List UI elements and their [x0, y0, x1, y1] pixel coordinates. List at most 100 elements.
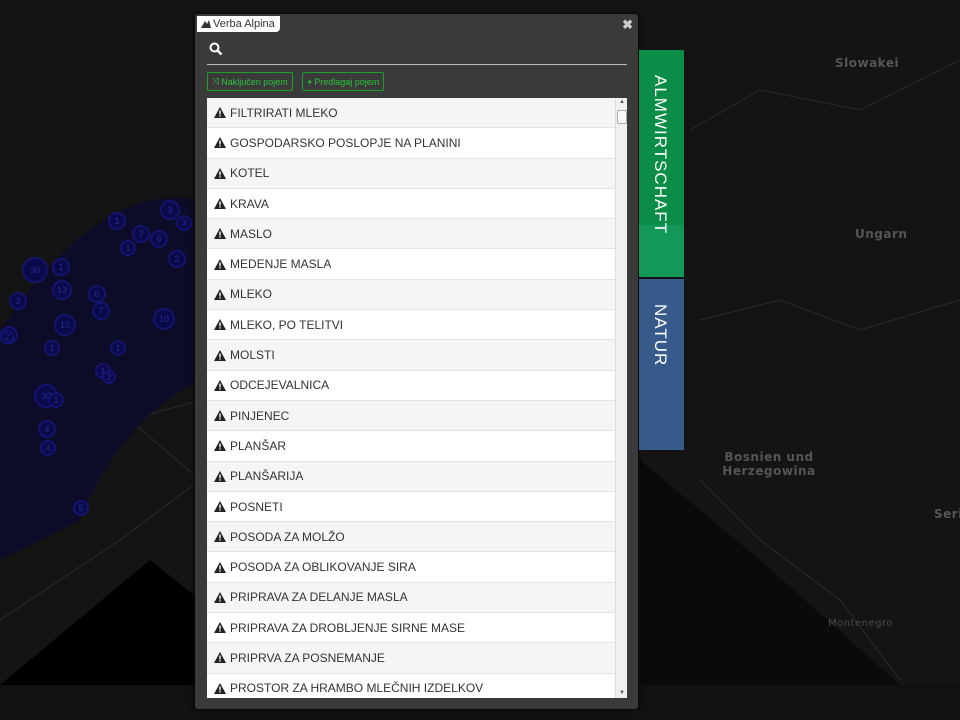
- concept-list-item[interactable]: MASLO: [207, 219, 615, 250]
- map-marker[interactable]: 1: [48, 392, 64, 408]
- map-marker[interactable]: 2: [102, 370, 116, 384]
- map-marker[interactable]: 1: [110, 340, 126, 356]
- concept-label: MEDENJE MASLA: [230, 257, 332, 272]
- shuffle-icon: ⤨: [212, 76, 220, 86]
- concept-label: FILTRIRATI MLEKO: [230, 105, 338, 120]
- map-label-slowakei: Slowakei: [835, 56, 900, 70]
- scroll-thumb[interactable]: [617, 110, 627, 124]
- concept-list-item[interactable]: MLEKO: [207, 279, 615, 311]
- side-tab-natur[interactable]: NATUR: [639, 279, 684, 450]
- concept-list-item[interactable]: KRAVA: [207, 189, 615, 220]
- map-marker[interactable]: 2: [168, 250, 186, 268]
- concept-list-item[interactable]: PINJENEC: [207, 400, 615, 432]
- map-marker[interactable]: 3: [9, 292, 27, 310]
- list-scrollbar[interactable]: ▲ ▼: [615, 98, 627, 698]
- warning-icon: [214, 410, 226, 422]
- dialog-title: Verba Alpina: [213, 18, 275, 30]
- concept-label: POSODA ZA MOLŽO: [230, 529, 345, 544]
- suggest-concept-button[interactable]: + Predlagaj pojem: [302, 72, 385, 91]
- random-concept-button[interactable]: ⤨ Naključen pojem: [207, 72, 293, 91]
- map-marker[interactable]: 6: [88, 285, 106, 303]
- concept-list-item[interactable]: KOTEL: [207, 158, 615, 189]
- warning-icon: [214, 288, 226, 300]
- search-icon: [209, 42, 223, 56]
- concept-list-item[interactable]: FILTRIRATI MLEKO: [207, 98, 615, 129]
- concept-label: PLANŠARIJA: [230, 469, 304, 484]
- concept-list-item[interactable]: PRIPRAVA ZA DROBLJENJE SIRNE MASE: [207, 613, 615, 644]
- map-label-ungarn: Ungarn: [855, 227, 908, 241]
- warning-icon: [214, 319, 226, 331]
- concept-list-item[interactable]: PROSTOR ZA HRAMBO MLEČNIH IZDELKOV: [207, 674, 615, 698]
- warning-icon: [214, 470, 226, 482]
- map-marker[interactable]: 5: [73, 500, 89, 516]
- suggest-concept-label: Predlagaj pojem: [314, 76, 380, 87]
- map-marker[interactable]: 13: [52, 280, 72, 300]
- side-tab-almwirtschaft[interactable]: ALMWIRTSCHAFT: [639, 50, 684, 277]
- concept-label: POSNETI: [230, 499, 283, 514]
- concept-list-item[interactable]: MOLSTI: [207, 340, 615, 371]
- map-marker[interactable]: 4: [40, 440, 56, 456]
- concept-label: MASLO: [230, 226, 273, 241]
- warning-icon: [214, 198, 226, 210]
- map-marker[interactable]: 1: [44, 340, 60, 356]
- concept-dialog: Verba Alpina ✖ ⤨ Naključen pojem + Predlag…: [195, 14, 638, 709]
- concept-list-item[interactable]: PRIPRVA ZA POSNEMANJE: [207, 643, 615, 674]
- concept-list-item[interactable]: GOSPODARSKO POSLOPJE NA PLANINI: [207, 128, 615, 159]
- warning-icon: [214, 440, 226, 452]
- map-marker[interactable]: 3: [176, 215, 192, 231]
- warning-icon: [214, 501, 226, 512]
- concept-list-item[interactable]: PRIPRAVA ZA DELANJE MASLA: [207, 582, 615, 614]
- plus-icon: +: [307, 76, 313, 87]
- map-marker[interactable]: 1: [52, 258, 70, 276]
- concept-list-item[interactable]: POSODA ZA MOLŽO: [207, 522, 615, 553]
- warning-icon: [214, 622, 226, 634]
- random-concept-label: Naključen pojem: [221, 76, 288, 87]
- map-marker[interactable]: 7: [92, 302, 110, 320]
- concept-list-item[interactable]: POSNETI: [207, 492, 615, 523]
- concept-label: PROSTOR ZA HRAMBO MLEČNIH IZDELKOV: [230, 681, 484, 696]
- verba-alpina-logo-icon: [201, 20, 211, 28]
- concept-list-item[interactable]: MLEKO, PO TELITVI: [207, 310, 615, 341]
- concept-list-item[interactable]: ODCEJEVALNICA: [207, 371, 615, 401]
- concept-label: PRIPRAVA ZA DROBLJENJE SIRNE MASE: [230, 620, 465, 635]
- side-tab-label: NATUR: [651, 304, 670, 367]
- scroll-up-icon[interactable]: ▲: [619, 99, 625, 105]
- concept-label: MLEKO, PO TELITVI: [230, 317, 344, 332]
- map-marker[interactable]: 30: [22, 257, 48, 283]
- concept-list-item[interactable]: MEDENJE MASLA: [207, 249, 615, 280]
- dialog-title-tab: Verba Alpina: [197, 16, 280, 32]
- concept-list: FILTRIRATI MLEKO GOSPODARSKO POSLOPJE NA …: [207, 98, 627, 698]
- warning-icon: [214, 379, 226, 391]
- map-marker[interactable]: 2: [0, 330, 14, 344]
- warning-icon: [214, 167, 226, 179]
- map-marker[interactable]: 10: [153, 308, 175, 330]
- map-marker[interactable]: 10: [54, 314, 76, 336]
- concept-label: ODCEJEVALNICA: [230, 378, 330, 393]
- warning-icon: [214, 107, 226, 119]
- close-icon[interactable]: ✖: [622, 17, 633, 33]
- warning-icon: [214, 228, 226, 240]
- warning-icon: [214, 591, 226, 603]
- map-marker[interactable]: 4: [38, 420, 56, 438]
- map-marker[interactable]: 6: [150, 230, 168, 248]
- concept-label: PINJENEC: [230, 408, 290, 423]
- concept-label: GOSPODARSKO POSLOPJE NA PLANINI: [230, 135, 461, 150]
- warning-icon: [214, 652, 226, 664]
- map-label-montenegro: Montenegro: [828, 618, 894, 629]
- warning-icon: [214, 682, 226, 694]
- warning-icon: [214, 561, 226, 573]
- concept-list-item[interactable]: POSODA ZA OBLIKOVANJE SIRA: [207, 552, 615, 583]
- map-marker[interactable]: 7: [132, 225, 150, 243]
- concept-label: POSODA ZA OBLIKOVANJE SIRA: [230, 560, 416, 575]
- concept-list-item[interactable]: PLANŠAR: [207, 431, 615, 462]
- concept-label: MOLSTI: [230, 348, 275, 363]
- warning-icon: [214, 137, 226, 149]
- search-field[interactable]: [207, 40, 627, 65]
- map-marker[interactable]: 1: [108, 212, 126, 230]
- concept-list-item[interactable]: PLANŠARIJA: [207, 461, 615, 492]
- scroll-down-icon[interactable]: ▼: [619, 690, 625, 696]
- concept-label: PLANŠAR: [230, 438, 287, 453]
- map-label-serbien: Seri: [934, 507, 960, 521]
- map-marker[interactable]: 1: [120, 240, 136, 256]
- concept-label: MLEKO: [230, 287, 273, 302]
